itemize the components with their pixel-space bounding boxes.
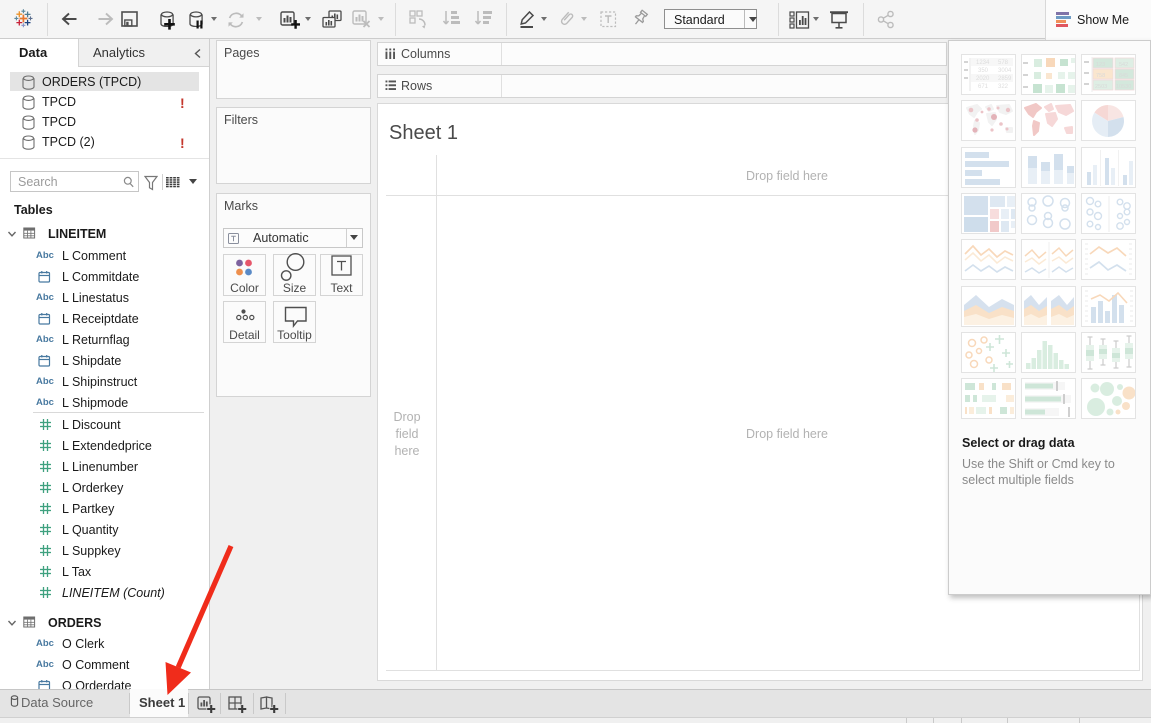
svg-text:1234: 1234 xyxy=(976,60,990,66)
svg-text:758: 758 xyxy=(1096,73,1105,79)
svg-text:350: 350 xyxy=(978,68,989,74)
svg-text:542: 542 xyxy=(1119,62,1128,68)
svg-text:123: 123 xyxy=(1096,62,1105,68)
svg-text:671: 671 xyxy=(978,84,989,90)
svg-text:10530: 10530 xyxy=(1116,84,1131,90)
svg-text:322: 322 xyxy=(998,84,1009,90)
svg-text:2859: 2859 xyxy=(998,76,1012,82)
svg-text:845: 845 xyxy=(1119,73,1128,79)
svg-text:578: 578 xyxy=(998,60,1009,66)
svg-text:2020: 2020 xyxy=(976,76,990,82)
svg-text:2503: 2503 xyxy=(1095,84,1107,90)
svg-text:3004: 3004 xyxy=(998,68,1012,74)
